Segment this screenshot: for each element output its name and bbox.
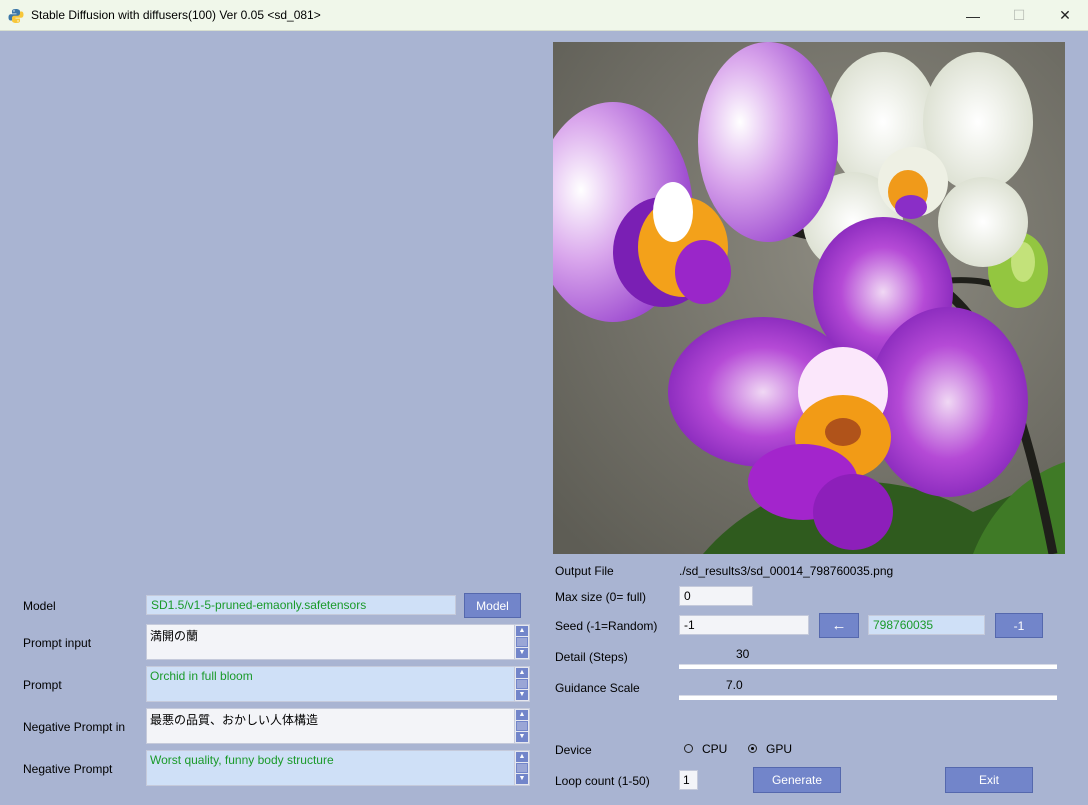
scroll-down-icon[interactable]: ▼ [516,648,528,658]
loop-count-input[interactable]: 1 [679,770,698,790]
scroll-down-icon[interactable]: ▼ [516,690,528,700]
negative-prompt-label: Negative Prompt [23,762,113,776]
output-file-label: Output File [555,564,614,578]
negative-prompt-input-label: Negative Prompt in [23,720,126,734]
copy-seed-button[interactable]: ← [819,613,859,638]
device-cpu-radio[interactable] [684,744,693,753]
generate-button[interactable]: Generate [753,767,841,793]
loop-count-label: Loop count (1-50) [555,774,650,788]
scroll-up-icon[interactable]: ▲ [516,668,528,678]
prompt-label: Prompt [23,678,62,692]
prompt-scrollbar[interactable]: ▲ ▼ [514,667,529,701]
last-seed-input[interactable]: 798760035 [868,615,985,635]
minimize-button[interactable]: — [950,0,996,31]
steps-label: Detail (Steps) [555,650,628,664]
negative-prompt-input-textbox[interactable]: 最悪の品質、おかしい人体構造 ▲ ▼ [146,708,530,744]
maximize-button[interactable]: ☐ [996,0,1042,31]
guidance-slider-track [679,695,1057,700]
prompt-input-scrollbar[interactable]: ▲ ▼ [514,625,529,659]
close-icon: ✕ [1059,7,1071,23]
scroll-up-icon[interactable]: ▲ [516,626,528,636]
maximize-icon: ☐ [1012,7,1026,23]
model-path-input[interactable]: SD1.5/v1-5-pruned-emaonly.safetensors [146,595,456,615]
device-label: Device [555,743,592,757]
scroll-thumb[interactable] [516,721,528,731]
steps-value: 30 [736,647,750,661]
model-label: Model [23,599,56,613]
prompt-input-text: 満開の蘭 [150,629,199,643]
generated-image [553,42,1065,554]
seed-input[interactable]: -1 [679,615,809,635]
scroll-up-icon[interactable]: ▲ [516,710,528,720]
title-bar: Stable Diffusion with diffusers(100) Ver… [0,0,1088,31]
guidance-value: 7.0 [726,678,743,692]
minimize-icon: — [966,7,980,24]
scroll-thumb[interactable] [516,637,528,647]
reset-seed-button[interactable]: -1 [995,613,1043,638]
window-title: Stable Diffusion with diffusers(100) Ver… [31,8,321,22]
device-gpu-radio[interactable] [748,744,757,753]
steps-slider[interactable]: 30 [679,647,1057,671]
prompt-text: Orchid in full bloom [150,669,253,683]
device-cpu-label[interactable]: CPU [702,742,727,756]
negative-prompt-textbox[interactable]: Worst quality, funny body structure ▲ ▼ [146,750,530,786]
scroll-down-icon[interactable]: ▼ [516,732,528,742]
negative-prompt-scrollbar[interactable]: ▲ ▼ [514,751,529,785]
device-gpu-label[interactable]: GPU [766,742,792,756]
seed-label: Seed (-1=Random) [555,619,658,633]
guidance-label: Guidance Scale [555,681,640,695]
scroll-thumb[interactable] [516,763,528,773]
negative-prompt-input-scrollbar[interactable]: ▲ ▼ [514,709,529,743]
scroll-thumb[interactable] [516,679,528,689]
prompt-textbox[interactable]: Orchid in full bloom ▲ ▼ [146,666,530,702]
python-icon [8,9,24,23]
output-file-value: ./sd_results3/sd_00014_798760035.png [679,564,894,578]
close-button[interactable]: ✕ [1042,0,1088,31]
max-size-input[interactable]: 0 [679,586,753,606]
prompt-input-textbox[interactable]: 満開の蘭 ▲ ▼ [146,624,530,660]
scroll-down-icon[interactable]: ▼ [516,774,528,784]
steps-slider-track [679,664,1057,669]
orchid-image [553,42,1065,554]
guidance-slider[interactable]: 7.0 [679,678,1057,702]
prompt-input-label: Prompt input [23,636,92,650]
model-button[interactable]: Model [464,593,521,618]
max-size-label: Max size (0= full) [555,590,647,604]
negative-prompt-input-text: 最悪の品質、おかしい人体構造 [150,713,319,727]
negative-prompt-text: Worst quality, funny body structure [150,753,334,767]
exit-button[interactable]: Exit [945,767,1033,793]
scroll-up-icon[interactable]: ▲ [516,752,528,762]
